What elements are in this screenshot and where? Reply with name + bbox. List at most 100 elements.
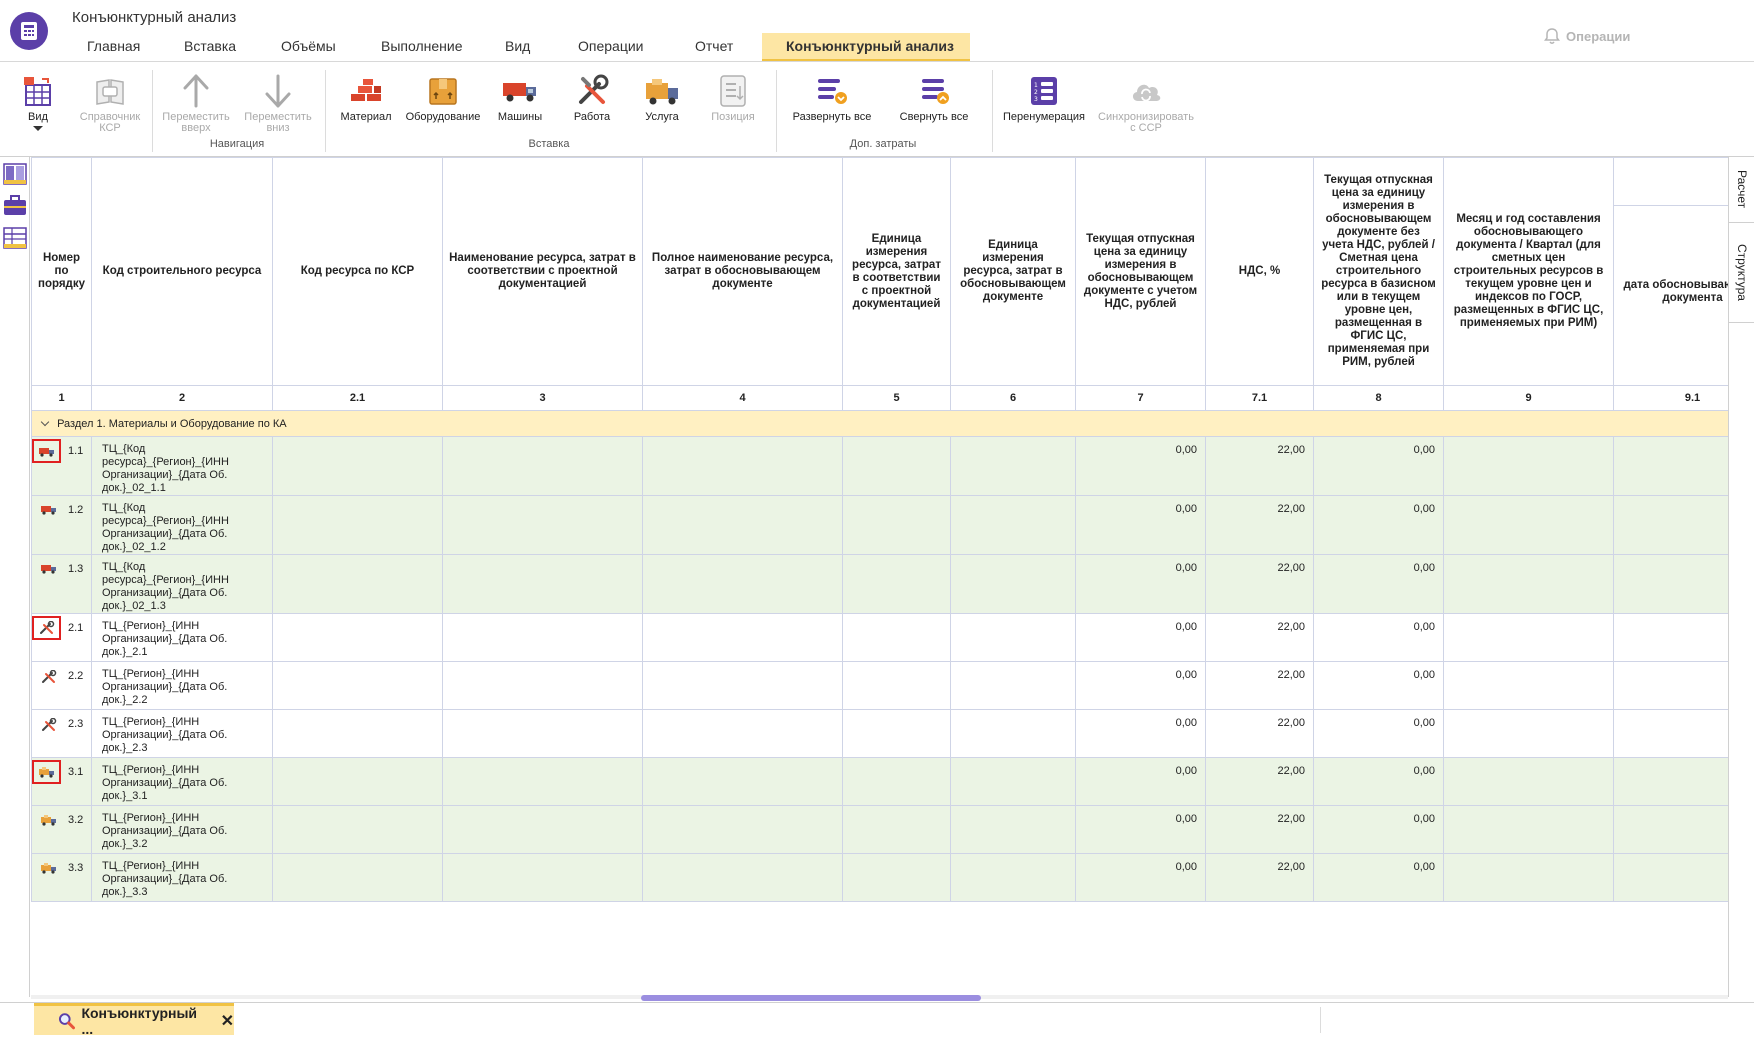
renumber-button[interactable]: 1 2 3 Перенумерация [1002, 74, 1086, 123]
cell-empty[interactable] [442, 554, 643, 614]
insert-machines-button[interactable]: Машины [490, 74, 550, 123]
cell-empty[interactable] [442, 805, 643, 854]
horizontal-scrollbar-thumb[interactable] [641, 995, 981, 1001]
cell-empty[interactable] [442, 661, 643, 710]
col-header-number[interactable]: Номер по порядку [31, 157, 92, 386]
cell-empty[interactable] [272, 805, 443, 854]
cell-price-novat[interactable]: 0,00 [1313, 436, 1444, 496]
cell-empty[interactable] [272, 554, 443, 614]
cell-vat[interactable]: 22,00 [1205, 853, 1314, 902]
document-tab-market-analysis[interactable]: Конъюнктурный ... ✕ [34, 1003, 234, 1037]
sync-ssr-button[interactable]: Синхронизировать с ССР [1092, 74, 1200, 134]
cell-empty[interactable] [1443, 613, 1614, 662]
cell-empty[interactable] [642, 554, 843, 614]
cell-resource-code[interactable]: ТЦ_{Регион}_{ИНН Организации}_{Дата Об. … [91, 709, 273, 758]
cell-empty[interactable] [272, 709, 443, 758]
insert-work-button[interactable]: Работа [562, 74, 622, 123]
cell-empty[interactable] [1443, 495, 1614, 555]
table-row[interactable]: 1.2 ТЦ_{Код ресурса}_{Регион}_{ИНН Органи… [31, 495, 1728, 555]
briefcase-panel-button[interactable] [2, 193, 28, 219]
cell-resource-code[interactable]: ТЦ_{Регион}_{ИНН Организации}_{Дата Об. … [91, 613, 273, 662]
expand-all-button[interactable]: Развернуть все [786, 74, 878, 123]
cell-empty[interactable] [442, 436, 643, 496]
cell-empty[interactable] [642, 436, 843, 496]
cell-number[interactable]: 1.2 [31, 495, 92, 555]
cell-price-novat[interactable]: 0,00 [1313, 709, 1444, 758]
cell-empty[interactable] [642, 709, 843, 758]
cell-empty[interactable] [272, 757, 443, 806]
cell-resource-code[interactable]: ТЦ_{Код ресурса}_{Регион}_{ИНН Организац… [91, 436, 273, 496]
cell-resource-code[interactable]: ТЦ_{Код ресурса}_{Регион}_{ИНН Организац… [91, 495, 273, 555]
cell-resource-code[interactable]: ТЦ_{Регион}_{ИНН Организации}_{Дата Об. … [91, 757, 273, 806]
insert-equipment-button[interactable]: Оборудование [402, 74, 484, 123]
table-row[interactable]: 2.3 ТЦ_{Регион}_{ИНН Организации}_{Дата О… [31, 709, 1728, 758]
cell-vat[interactable]: 22,00 [1205, 661, 1314, 710]
cell-empty[interactable] [950, 554, 1076, 614]
cell-empty[interactable] [1613, 495, 1728, 555]
cell-empty[interactable] [642, 613, 843, 662]
cell-empty[interactable] [842, 853, 951, 902]
side-tab-structure[interactable]: Структура [1729, 223, 1754, 323]
cell-vat[interactable]: 22,00 [1205, 805, 1314, 854]
tab-operations[interactable]: Операции [555, 33, 672, 62]
col-header-name-project[interactable]: Наименование ресурса, затрат в соответст… [442, 157, 643, 386]
resources-panel-button[interactable] [2, 161, 28, 187]
table-panel-button[interactable] [2, 225, 28, 251]
cell-price-vat[interactable]: 0,00 [1075, 757, 1206, 806]
table-row[interactable]: 3.2 ТЦ_{Регион}_{ИНН Организации}_{Дата О… [31, 805, 1728, 854]
cell-price-novat[interactable]: 0,00 [1313, 661, 1444, 710]
app-logo-icon[interactable] [10, 12, 48, 50]
move-down-button[interactable]: Переместить вниз [240, 74, 316, 134]
cell-empty[interactable] [442, 709, 643, 758]
cell-vat[interactable]: 22,00 [1205, 757, 1314, 806]
tab-volumes[interactable]: Объёмы [258, 33, 358, 62]
cell-empty[interactable] [1443, 554, 1614, 614]
ksr-reference-button[interactable]: Справочник КСР [72, 74, 148, 134]
col-header-resource-code[interactable]: Код строительного ресурса [91, 157, 273, 386]
table-row[interactable]: 2.1 ТЦ_{Регион}_{ИНН Организации}_{Дата О… [31, 613, 1728, 662]
cell-empty[interactable] [950, 661, 1076, 710]
cell-empty[interactable] [1443, 853, 1614, 902]
side-tab-calc[interactable]: Расчет [1729, 157, 1754, 223]
cell-empty[interactable] [842, 554, 951, 614]
cell-empty[interactable] [442, 495, 643, 555]
tab-market-analysis[interactable]: Конъюнктурный анализ [762, 33, 970, 62]
cell-vat[interactable]: 22,00 [1205, 554, 1314, 614]
cell-price-vat[interactable]: 0,00 [1075, 661, 1206, 710]
cell-empty[interactable] [1443, 436, 1614, 496]
cell-empty[interactable] [1613, 554, 1728, 614]
section-row[interactable]: Раздел 1. Материалы и Оборудование по КА [31, 410, 1728, 437]
cell-price-novat[interactable]: 0,00 [1313, 554, 1444, 614]
cell-empty[interactable] [272, 495, 443, 555]
cell-empty[interactable] [950, 805, 1076, 854]
cell-vat[interactable]: 22,00 [1205, 613, 1314, 662]
cell-empty[interactable] [642, 661, 843, 710]
table-row[interactable]: 3.1 ТЦ_{Регион}_{ИНН Организации}_{Дата О… [31, 757, 1728, 806]
col-header-price-with-vat[interactable]: Текущая отпускная цена за единицу измере… [1075, 157, 1206, 386]
cell-price-novat[interactable]: 0,00 [1313, 495, 1444, 555]
cell-price-novat[interactable]: 0,00 [1313, 805, 1444, 854]
cell-empty[interactable] [950, 436, 1076, 496]
cell-empty[interactable] [1443, 757, 1614, 806]
insert-material-button[interactable]: Материал [333, 74, 399, 123]
cell-empty[interactable] [842, 709, 951, 758]
view-button[interactable]: Вид [16, 74, 60, 131]
table-row[interactable]: 1.3 ТЦ_{Код ресурса}_{Регион}_{ИНН Органи… [31, 554, 1728, 614]
cell-empty[interactable] [950, 495, 1076, 555]
chevron-down-icon[interactable] [40, 417, 50, 426]
table-row[interactable]: 1.1 ТЦ_{Код ресурса}_{Регион}_{ИНН Органи… [31, 436, 1728, 496]
col-header-month-year[interactable]: Месяц и год составления обосновывающего … [1443, 157, 1614, 386]
cell-empty[interactable] [1613, 757, 1728, 806]
cell-vat[interactable]: 22,00 [1205, 436, 1314, 496]
cell-empty[interactable] [442, 853, 643, 902]
cell-empty[interactable] [842, 495, 951, 555]
cell-empty[interactable] [272, 853, 443, 902]
cell-empty[interactable] [1613, 853, 1728, 902]
cell-price-novat[interactable]: 0,00 [1313, 613, 1444, 662]
close-icon[interactable]: ✕ [221, 1011, 234, 1031]
tab-execution[interactable]: Выполнение [358, 33, 482, 62]
cell-price-novat[interactable]: 0,00 [1313, 853, 1444, 902]
cell-number[interactable]: 2.3 [31, 709, 92, 758]
cell-number[interactable]: 1.1 [31, 436, 92, 496]
cell-vat[interactable]: 22,00 [1205, 495, 1314, 555]
